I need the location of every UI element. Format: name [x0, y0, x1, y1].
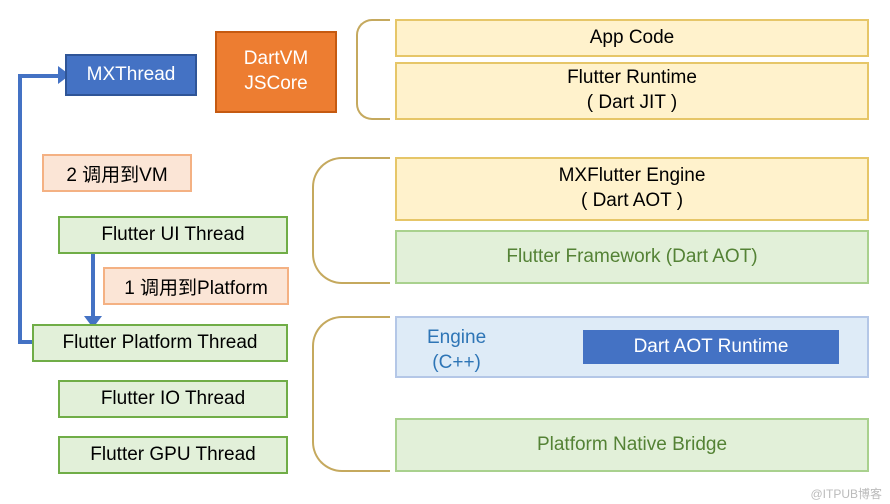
brace-bottom	[312, 316, 390, 472]
dart-aot-runtime-box: Dart AOT Runtime	[583, 330, 839, 364]
arrow-line	[18, 74, 22, 344]
engine-line1: Engine	[427, 327, 486, 348]
flutter-gpu-thread-box: Flutter GPU Thread	[58, 436, 288, 474]
app-code-box: App Code	[395, 19, 869, 57]
engine-cpp-box: Engine (C++) Dart AOT Runtime	[395, 316, 869, 378]
engine-line2: (C++)	[432, 352, 481, 373]
flutter-runtime-box: Flutter Runtime ( Dart JIT )	[395, 62, 869, 120]
arrow-line	[91, 253, 95, 324]
mxflutter-engine-box: MXFlutter Engine ( Dart AOT )	[395, 157, 869, 221]
flutter-ui-thread-box: Flutter UI Thread	[58, 216, 288, 254]
brace-top	[356, 19, 390, 120]
watermark-text: @ITPUB博客	[810, 485, 882, 502]
dartvm-jscore-box: DartVM JSCore	[215, 31, 337, 113]
mxthread-box: MXThread	[65, 54, 197, 96]
call-to-vm-box: 2 调用到VM	[42, 154, 192, 192]
dartvm-line2: JSCore	[244, 72, 307, 97]
flutter-framework-box: Flutter Framework (Dart AOT)	[395, 230, 869, 284]
brace-mid	[312, 157, 390, 284]
arrow-line	[18, 340, 32, 344]
runtime-line1: Flutter Runtime	[567, 66, 697, 91]
dartvm-line1: DartVM	[244, 47, 308, 72]
mxengine-line1: MXFlutter Engine	[559, 164, 706, 189]
platform-native-bridge-box: Platform Native Bridge	[395, 418, 869, 472]
call-to-platform-box: 1 调用到Platform	[103, 267, 289, 305]
flutter-io-thread-box: Flutter IO Thread	[58, 380, 288, 418]
mxengine-line2: ( Dart AOT )	[581, 189, 683, 214]
engine-label: Engine (C++)	[427, 326, 486, 375]
runtime-line2: ( Dart JIT )	[587, 91, 677, 116]
flutter-platform-thread-box: Flutter Platform Thread	[32, 324, 288, 362]
